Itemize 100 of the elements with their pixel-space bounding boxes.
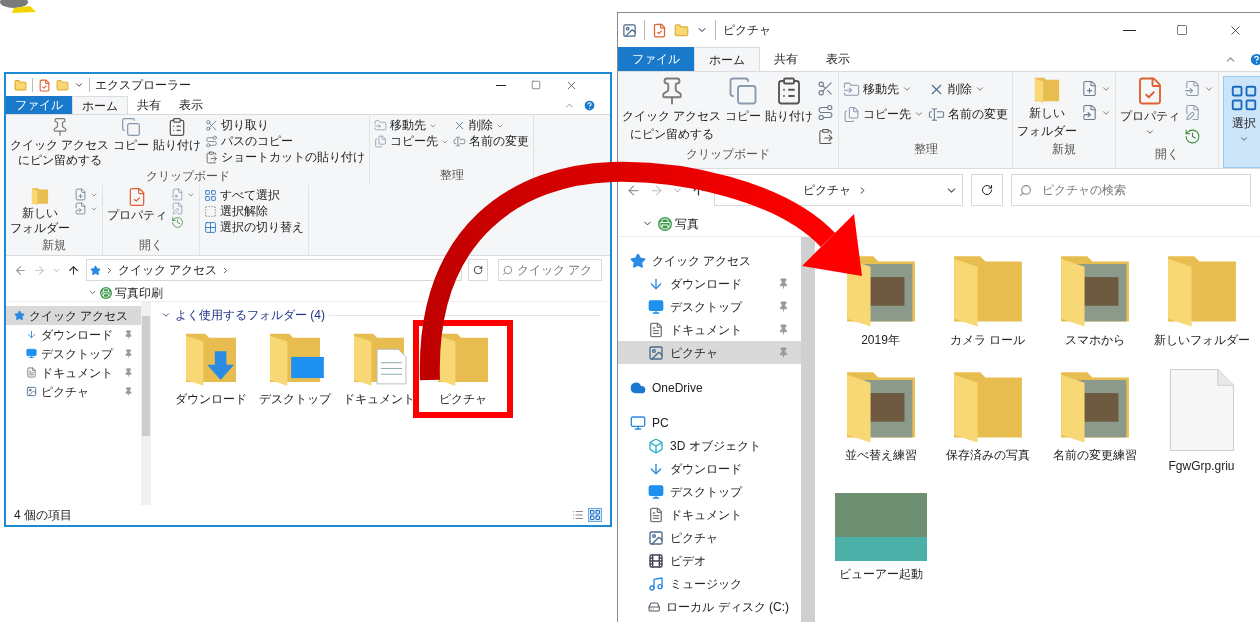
ribbon-button[interactable]: 貼り付け bbox=[765, 76, 814, 124]
ribbon-button[interactable]: 名前の変更 bbox=[453, 134, 530, 149]
refresh-button[interactable] bbox=[971, 174, 1003, 206]
ribbon-tab[interactable]: ホーム bbox=[72, 96, 128, 114]
ribbon-button[interactable] bbox=[817, 80, 835, 97]
help-icon[interactable] bbox=[1249, 51, 1260, 67]
nav-item[interactable]: 3D オブジェクト bbox=[618, 434, 801, 457]
ribbon-button[interactable] bbox=[817, 128, 835, 145]
nav-item[interactable]: デスクトップ bbox=[6, 344, 141, 363]
ribbon-button[interactable]: 貼り付け bbox=[153, 117, 202, 152]
ribbon-button[interactable]: 名前の変更 bbox=[928, 105, 1009, 123]
nav-item[interactable]: デスクトップ bbox=[618, 295, 801, 318]
ribbon-button[interactable] bbox=[817, 104, 835, 121]
caret-icon[interactable] bbox=[74, 80, 84, 90]
ribbon-button[interactable]: 選択 bbox=[1223, 76, 1260, 168]
ribbon-tab[interactable]: 共有 bbox=[760, 47, 812, 71]
breadcrumb[interactable]: ピクチャ bbox=[803, 181, 851, 199]
nav-item[interactable]: ピクチャ bbox=[618, 341, 801, 364]
ribbon-button[interactable] bbox=[1081, 80, 1112, 97]
search-field[interactable]: ピクチャの検索 bbox=[1011, 174, 1251, 206]
ribbon-button[interactable] bbox=[1081, 104, 1112, 121]
file-item[interactable]: 2019年 bbox=[827, 251, 934, 349]
ribbon-button[interactable]: ショートカットの貼り付け bbox=[205, 150, 366, 165]
nav-item[interactable]: ダウンロード bbox=[6, 325, 141, 344]
ribbon-tab[interactable]: ホーム bbox=[694, 47, 760, 71]
address-bar[interactable]: クイック アクセス bbox=[86, 259, 462, 281]
refresh-button[interactable] bbox=[468, 259, 488, 281]
forward-icon[interactable] bbox=[649, 182, 664, 198]
ribbon-button[interactable]: クイック アクセス にピン留めする bbox=[622, 76, 722, 142]
caret-icon[interactable] bbox=[88, 288, 97, 297]
help-icon[interactable] bbox=[583, 98, 596, 112]
file-item[interactable]: スマホから bbox=[1041, 251, 1148, 349]
back-icon[interactable] bbox=[14, 263, 27, 277]
folder-icon[interactable] bbox=[56, 78, 69, 92]
nav-item[interactable]: ピクチャ bbox=[618, 526, 801, 549]
file-item[interactable]: デスクトップ bbox=[255, 330, 335, 408]
ribbon-tab[interactable]: ファイル bbox=[6, 96, 72, 114]
ribbon-tab[interactable]: 表示 bbox=[170, 96, 212, 114]
nav-item[interactable]: PC bbox=[618, 411, 801, 434]
ribbon-button[interactable]: 移動先 bbox=[843, 80, 925, 98]
address-bar[interactable]: ピクチャ bbox=[714, 174, 963, 206]
nav-item[interactable]: ドキュメント bbox=[618, 318, 801, 341]
nav-item[interactable]: ダウンロード bbox=[618, 457, 801, 480]
ribbon-tab[interactable]: 表示 bbox=[812, 47, 864, 71]
nav-item[interactable]: ドキュメント bbox=[618, 503, 801, 526]
ribbon-button[interactable]: 新しい フォルダー bbox=[10, 187, 70, 235]
search-field[interactable]: クイック アク bbox=[498, 259, 602, 281]
nav-item[interactable]: OneDrive bbox=[618, 376, 801, 399]
up-icon[interactable] bbox=[67, 263, 80, 277]
file-item[interactable]: 保存済みの写真 bbox=[934, 366, 1041, 475]
file-item[interactable]: カメラ ロール bbox=[934, 251, 1041, 349]
file-item[interactable]: 並べ替え練習 bbox=[827, 366, 934, 475]
nav-item[interactable]: クイック アクセス bbox=[6, 306, 141, 325]
ribbon-button[interactable]: パスのコピー bbox=[205, 134, 366, 149]
group-header[interactable]: よく使用するフォルダー (4) bbox=[175, 306, 325, 324]
print-button[interactable]: 写真 bbox=[658, 214, 699, 233]
ribbon-button[interactable]: 削除 bbox=[453, 118, 530, 133]
ribbon-button[interactable]: すべて選択 bbox=[204, 188, 304, 203]
file-item[interactable]: ダウンロード bbox=[171, 330, 251, 408]
nav-item[interactable]: ドキュメント bbox=[6, 363, 141, 382]
ribbon-button[interactable]: プロパティ bbox=[1120, 76, 1181, 137]
file-item[interactable]: ビューアー起動 bbox=[827, 492, 934, 583]
breadcrumb[interactable]: クイック アクセス bbox=[118, 261, 218, 279]
ribbon-button[interactable]: 新しい フォルダー bbox=[1017, 76, 1078, 139]
file-item[interactable]: 新しいフォルダー bbox=[1148, 251, 1255, 349]
properties-icon[interactable] bbox=[38, 78, 51, 92]
ribbon-button[interactable]: 移動先 bbox=[374, 118, 450, 133]
ribbon-button[interactable]: 選択の切り替え bbox=[204, 220, 304, 235]
nav-item[interactable]: ダウンロード bbox=[618, 272, 801, 295]
nav-item[interactable]: ピクチャ bbox=[6, 382, 141, 401]
chevron-icon[interactable] bbox=[161, 310, 171, 320]
group-label: クリップボード bbox=[145, 168, 230, 185]
details-view-icon[interactable] bbox=[572, 509, 584, 521]
icons-view-icon[interactable] bbox=[588, 508, 602, 522]
folder-icon[interactable] bbox=[674, 22, 689, 38]
nav-item[interactable]: クイック アクセス bbox=[618, 249, 801, 272]
ribbon-button[interactable]: プロパティ bbox=[107, 187, 167, 222]
ribbon-button[interactable]: コピー先 bbox=[374, 134, 450, 149]
file-item[interactable]: FgwGrp.griu bbox=[1148, 366, 1255, 475]
ribbon-tab[interactable]: ファイル bbox=[618, 47, 694, 71]
properties-icon[interactable] bbox=[652, 22, 667, 38]
ribbon-tab[interactable]: 共有 bbox=[128, 96, 170, 114]
nav-item[interactable]: デスクトップ bbox=[618, 480, 801, 503]
nav-item[interactable]: ビデオ bbox=[618, 549, 801, 572]
file-item[interactable]: ピクチャ bbox=[423, 330, 503, 408]
ribbon-button[interactable]: 選択解除 bbox=[204, 204, 304, 219]
file-item[interactable]: 名前の変更練習 bbox=[1041, 366, 1148, 475]
ribbon-button[interactable]: コピー先 bbox=[843, 105, 925, 123]
nav-item[interactable]: ローカル ディスク (C:) bbox=[618, 595, 801, 618]
ribbon-button[interactable]: コピー bbox=[725, 76, 762, 124]
scrollbar[interactable] bbox=[801, 237, 815, 622]
ribbon-button[interactable]: 削除 bbox=[928, 80, 1009, 98]
back-icon[interactable] bbox=[626, 182, 641, 198]
print-button[interactable]: 写真印刷 bbox=[100, 283, 163, 302]
scrollbar[interactable] bbox=[141, 302, 151, 505]
ribbon-button[interactable]: 切り取り bbox=[205, 118, 366, 133]
ribbon-button[interactable]: クイック アクセス にピン留めする bbox=[10, 117, 110, 167]
file-item[interactable]: ドキュメント bbox=[339, 330, 419, 408]
ribbon-button[interactable]: コピー bbox=[113, 117, 150, 152]
nav-item[interactable]: ミュージック bbox=[618, 572, 801, 595]
